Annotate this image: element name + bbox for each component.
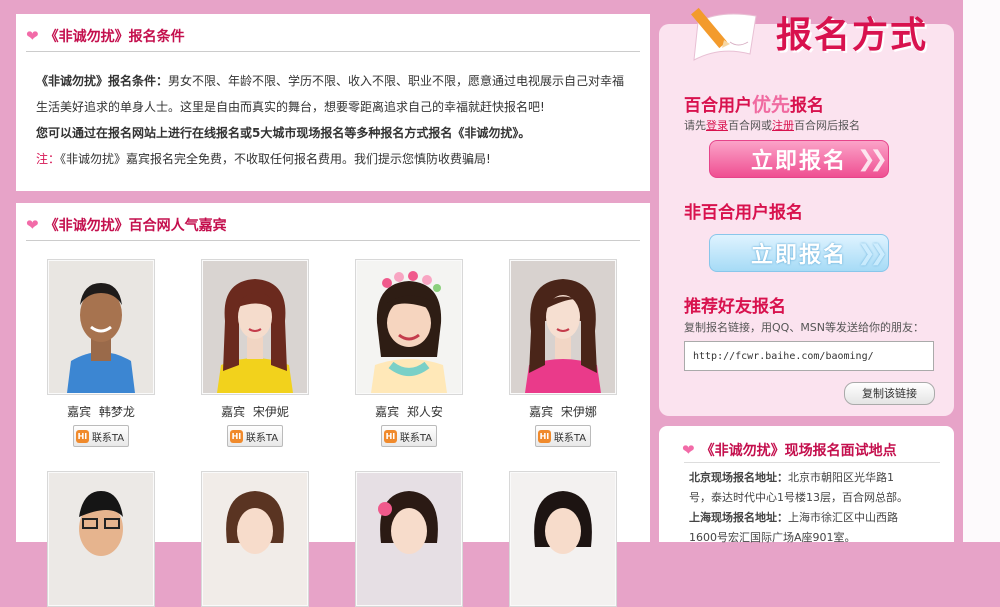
login-link[interactable]: 登录 bbox=[706, 119, 728, 132]
guest-photo[interactable] bbox=[509, 259, 617, 395]
beijing-address: 北京现场报名地址：北京市朝阳区光华路1 号，泰达时代中心1号楼13层，百合网总部。 bbox=[689, 471, 908, 504]
contact-button[interactable]: HI 联系TA bbox=[534, 425, 592, 447]
shanghai-address: 上海现场报名地址：上海市徐汇区中山西路 1600号宏汇国际广场A座901室。 bbox=[689, 511, 898, 544]
signup-now-button[interactable]: 立即报名 ❯❯ bbox=[709, 140, 889, 178]
guest-name[interactable]: 嘉宾 宋伊娜 bbox=[509, 403, 617, 419]
guests-panel: ❤ 《非诚勿扰》百合网人气嘉宾 嘉宾 韩梦龙 HI 联系TA 嘉宾 宋伊妮 HI… bbox=[16, 203, 650, 607]
refer-friend-title: 推荐好友报名 bbox=[684, 297, 786, 317]
guest-card: 嘉宾 宋伊妮 HI 联系TA bbox=[201, 259, 309, 447]
conditions-header: ❤ 《非诚勿扰》报名条件 bbox=[26, 26, 185, 46]
heart-icon: ❤ bbox=[26, 27, 39, 45]
guest-name[interactable]: 嘉宾 郑人安 bbox=[355, 403, 463, 419]
chat-icon: HI bbox=[537, 429, 551, 443]
chevron-right-icon: ❯❯ bbox=[857, 146, 888, 172]
locations-header: ❤ 《非诚勿扰》现场报名面试地点 bbox=[682, 440, 897, 460]
guest-card: 嘉宾 韩梦龙 HI 联系TA bbox=[47, 259, 155, 447]
guests-header: ❤ 《非诚勿扰》百合网人气嘉宾 bbox=[26, 215, 227, 235]
locations-title: 《非诚勿扰》现场报名面试地点 bbox=[700, 443, 897, 459]
referral-url-field[interactable]: http://fcwr.baihe.com/baoming/ bbox=[684, 341, 934, 371]
note-text: 《非诚勿扰》嘉宾报名完全免费，不收取任何报名费用。我们提示您慎防收费骗局! bbox=[60, 152, 491, 166]
page-right-gutter bbox=[963, 0, 1000, 542]
conditions-label: 《非诚勿扰》报名条件： bbox=[36, 74, 169, 88]
conditions-line2: 您可以通过在报名网站上进行在线报名或5大城市现场报名等多种报名方式报名《非诚勿扰… bbox=[36, 126, 531, 140]
header-divider bbox=[26, 51, 640, 52]
conditions-panel: ❤ 《非诚勿扰》报名条件 《非诚勿扰》报名条件：男女不限、年龄不限、学历不限、收… bbox=[16, 14, 650, 191]
header-divider bbox=[26, 240, 640, 241]
refer-friend-subtitle: 复制报名链接，用QQ、MSN等发送给你的朋友： bbox=[684, 321, 925, 334]
chat-icon: HI bbox=[75, 429, 89, 443]
register-link[interactable]: 注册 bbox=[772, 119, 794, 132]
signup-now-button-secondary[interactable]: 立即报名 ❯❯ bbox=[709, 234, 889, 272]
guest-card: 嘉宾 宋伊娜 HI 联系TA bbox=[509, 259, 617, 447]
guest-name[interactable]: 嘉宾 韩梦龙 bbox=[47, 403, 155, 419]
guest-photo[interactable] bbox=[355, 471, 463, 607]
contact-button[interactable]: HI 联系TA bbox=[380, 425, 438, 447]
guest-photo[interactable] bbox=[509, 471, 617, 607]
note-label: 注： bbox=[36, 152, 61, 166]
heart-icon: ❤ bbox=[682, 441, 695, 459]
chat-icon: HI bbox=[383, 429, 397, 443]
paper-pencil-icon bbox=[691, 7, 757, 61]
locations-divider bbox=[684, 462, 940, 463]
guest-photo[interactable] bbox=[47, 471, 155, 607]
conditions-body: 《非诚勿扰》报名条件：男女不限、年龄不限、学历不限、收入不限、职业不限，愿意通过… bbox=[36, 68, 626, 172]
register-title: 报名方式 bbox=[776, 15, 929, 56]
guest-photo[interactable] bbox=[201, 471, 309, 607]
contact-button[interactable]: HI 联系TA bbox=[226, 425, 284, 447]
conditions-title: 《非诚勿扰》报名条件 bbox=[44, 29, 185, 45]
guests-title: 《非诚勿扰》百合网人气嘉宾 bbox=[44, 218, 227, 234]
copy-link-button[interactable]: 复制该链接 bbox=[844, 382, 935, 405]
non-baihe-title: 非百合用户报名 bbox=[684, 203, 803, 223]
guest-name[interactable]: 嘉宾 宋伊妮 bbox=[201, 403, 309, 419]
chevron-right-icon: ❯❯ bbox=[857, 240, 888, 266]
guest-photo[interactable] bbox=[47, 259, 155, 395]
heart-icon: ❤ bbox=[26, 216, 39, 234]
guest-photo[interactable] bbox=[355, 259, 463, 395]
guest-photo[interactable] bbox=[201, 259, 309, 395]
baihe-user-title: 百合用户优先报名 bbox=[684, 94, 825, 116]
baihe-user-subtitle: 请先登录百合网或注册百合网后报名 bbox=[684, 119, 860, 132]
contact-button[interactable]: HI 联系TA bbox=[72, 425, 130, 447]
guest-card: 嘉宾 郑人安 HI 联系TA bbox=[355, 259, 463, 447]
chat-icon: HI bbox=[229, 429, 243, 443]
